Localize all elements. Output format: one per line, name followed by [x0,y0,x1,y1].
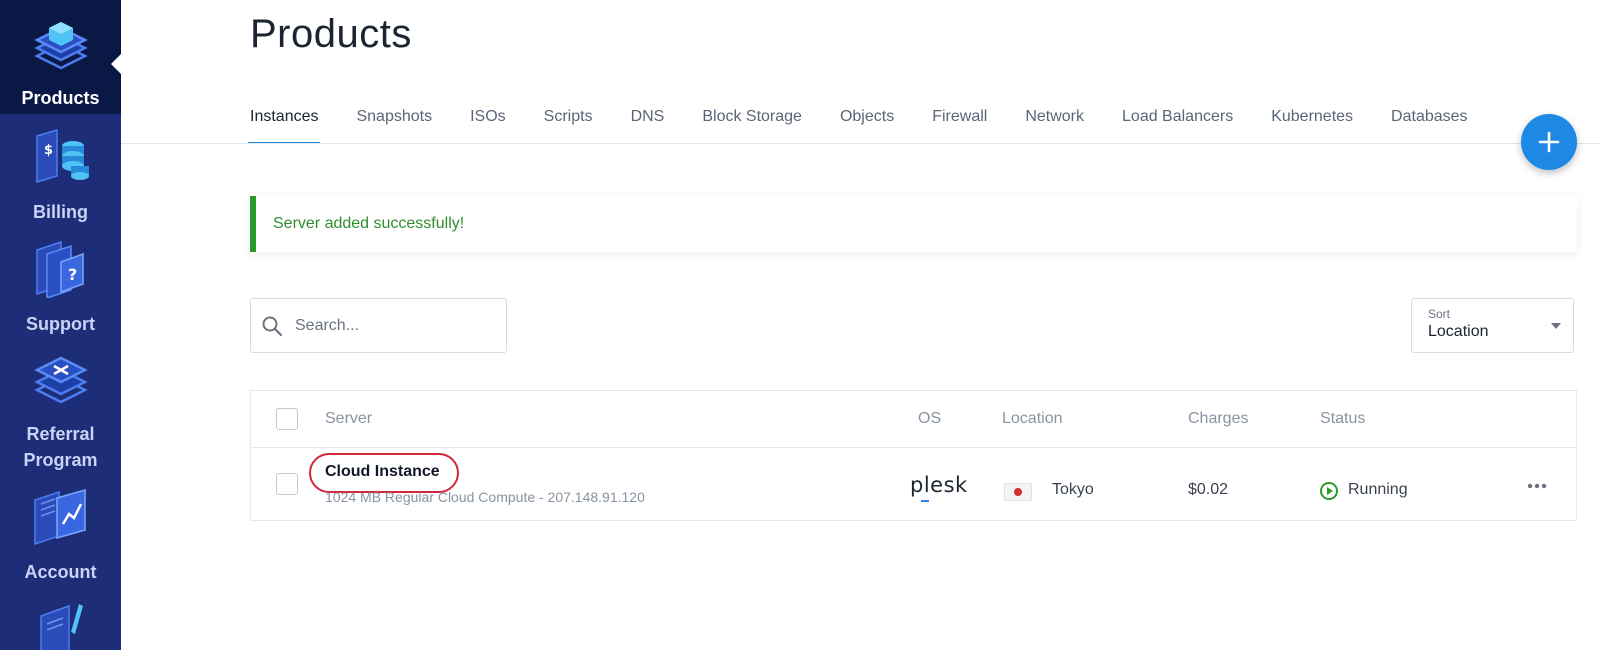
svg-text:$: $ [44,143,53,158]
server-name-link[interactable]: Cloud Instance [325,463,440,481]
location-value: Tokyo [1052,481,1094,498]
tab-firewall[interactable]: Firewall [932,96,987,144]
search-icon [262,316,283,336]
table-header: Server OS Location Charges Status [251,391,1576,448]
sidebar-item-billing[interactable]: $ Billing [0,128,121,228]
status-value: Running [1348,481,1408,498]
product-tabs: Instances Snapshots ISOs Scripts DNS Blo… [247,96,1506,144]
tab-databases[interactable]: Databases [1391,96,1468,144]
sidebar-item-docs[interactable] [0,600,121,650]
svg-text:?: ? [68,265,77,284]
sidebar-item-account[interactable]: Account [0,488,121,588]
sidebar: Products $ Billing ? Support Referral Pr… [0,0,121,650]
header-server: Server [325,410,373,427]
charges-value: $0.02 [1188,481,1229,498]
os-plesk-logo: plesk [910,473,968,497]
header-status: Status [1320,410,1366,427]
sidebar-item-label: Support [26,314,95,334]
sort-select[interactable]: Sort Location [1411,298,1574,353]
tab-snapshots[interactable]: Snapshots [356,96,432,144]
success-alert: Server added successfully! [250,196,1577,252]
header-charges: Charges [1188,410,1249,427]
sort-label: Sort [1428,307,1451,321]
tab-isos[interactable]: ISOs [470,96,506,144]
support-question-icon: ? [31,240,91,305]
document-pen-icon [31,600,91,650]
tab-instances[interactable]: Instances [247,96,321,144]
tab-network[interactable]: Network [1025,96,1084,144]
tab-objects[interactable]: Objects [840,96,894,144]
search-box [250,298,507,353]
tab-dns[interactable]: DNS [631,96,665,144]
server-details: 1024 MB Regular Cloud Compute - 207.148.… [325,489,645,505]
chevron-down-icon [1551,323,1561,329]
referral-layers-icon [33,352,89,415]
row-checkbox[interactable] [276,473,298,495]
instances-table: Server OS Location Charges Status Cloud … [250,390,1577,521]
billing-coins-icon: $ [31,128,91,193]
sidebar-item-products[interactable]: Products [0,0,121,114]
deploy-server-button[interactable] [1521,114,1577,170]
sidebar-item-referral-program[interactable]: Referral Program [0,352,121,470]
running-play-icon [1320,482,1338,500]
tabs-divider [121,143,1600,144]
more-options-icon[interactable] [1527,482,1547,490]
tab-block-storage[interactable]: Block Storage [702,96,802,144]
layers-cube-icon [33,14,89,79]
header-location: Location [1002,410,1063,427]
japan-flag-icon [1004,483,1032,501]
sidebar-item-support[interactable]: ? Support [0,240,121,340]
sort-value: Location [1428,323,1489,340]
sidebar-item-label: Referral Program [23,424,98,470]
table-row[interactable]: Cloud Instance 1024 MB Regular Cloud Com… [251,448,1576,521]
tab-kubernetes[interactable]: Kubernetes [1271,96,1353,144]
plus-icon [1538,131,1560,153]
select-all-checkbox[interactable] [276,408,298,430]
tab-load-balancers[interactable]: Load Balancers [1122,96,1233,144]
tab-scripts[interactable]: Scripts [544,96,593,144]
alert-message: Server added successfully! [273,215,465,232]
page-title: Products [250,12,412,56]
search-input[interactable] [295,316,495,335]
os-logo-accent [921,500,929,502]
header-os: OS [918,410,942,427]
sidebar-item-label: Account [24,562,97,582]
sidebar-item-label: Products [21,88,100,108]
sidebar-item-label: Billing [33,202,88,222]
account-chart-icon [31,488,91,553]
